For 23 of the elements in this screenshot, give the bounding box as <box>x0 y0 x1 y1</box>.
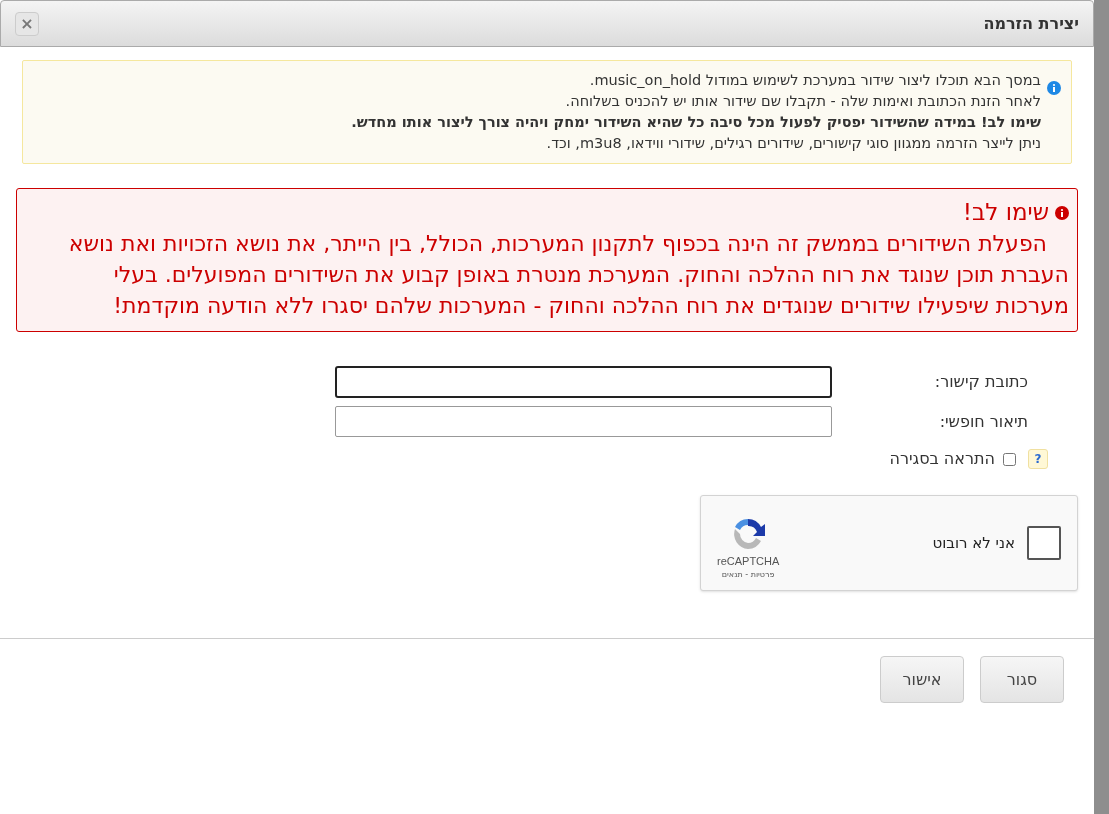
info-line: ניתן לייצר הזרמה ממגוון סוגי קישורים, שידורים רגילים, שידורי ווידאו, m3u8, וכד. <box>545 134 1041 153</box>
input-field[interactable] <box>335 406 832 437</box>
dialog-title: יצירת הזרמה <box>983 12 1079 35</box>
checkbox-label: התראה בסגירה <box>889 448 995 470</box>
close-button[interactable]: × <box>15 11 39 36</box>
info-line: לאחר הזנת הכתובת ואימות שלה - תקבלו שם שידור אותו יש להכניס בשלוחה. <box>564 92 1041 111</box>
dialog-button[interactable]: סגור <box>980 656 1064 703</box>
captcha-links[interactable]: פרטיות - תנאים <box>721 569 775 582</box>
info-line: שימו לב! במידה שהשידור יפסיק לפעול מכל סיבה כל שהיא השידור ימחק ויהיה צורך ליצור אותו מחדש. <box>351 113 1041 132</box>
alert-icon <box>1055 205 1069 220</box>
warning-title: שימו לב! <box>962 198 1049 227</box>
input-field[interactable] <box>335 366 832 398</box>
info-icon <box>1047 81 1061 95</box>
captcha-brand: reCAPTCHA <box>717 553 780 569</box>
dialog-button[interactable]: אישור <box>880 656 964 703</box>
field-label: תיאור חופשי: <box>938 410 1029 433</box>
close-alert-checkbox[interactable] <box>1003 452 1016 466</box>
help-badge[interactable]: ? <box>1028 449 1048 469</box>
info-line: במסך הבא תוכלו ליצור שידור במערכת לשימוש במודול music_on_hold. <box>588 71 1041 90</box>
captcha-checkbox[interactable] <box>1027 526 1061 560</box>
warning-text: הפעלת השידורים בממשק זה הינה בכפוף לתקנון המערכות, הכולל, בין הייתר, את נושא הזכויות ואת נושא העברת תוכן שנוגד את רוח ההלכה והחוק. המערכת מנטרת באופן קבוע את השידורים המפועלים. בעלי מערכות שיפעילו שידורים שנוגדים את רוח ההלכה והחוק - המערכות שלהם יסגרו ללא הודעה מוקדמת! <box>67 230 1069 320</box>
field-label: כתובת קישור: <box>933 371 1029 393</box>
captcha-label: אני לא רובוט <box>931 532 1015 554</box>
